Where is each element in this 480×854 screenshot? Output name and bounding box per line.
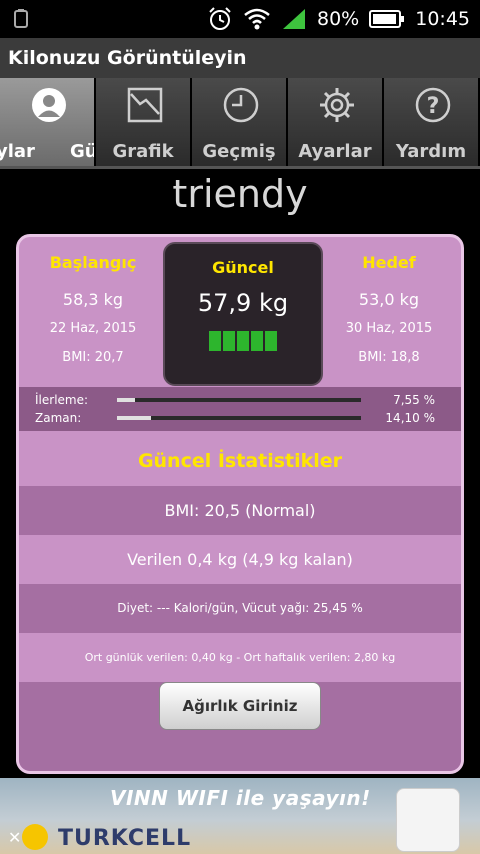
tab-status[interactable]: ylar Gü	[0, 78, 96, 168]
gear-icon	[320, 88, 354, 122]
turkcell-logo	[22, 824, 48, 850]
chart-icon	[127, 87, 163, 123]
level-bar	[265, 331, 277, 351]
close-icon[interactable]: ✕	[8, 828, 21, 847]
progress-section: İlerleme: 7,55 % Zaman: 14,10 %	[19, 387, 461, 431]
target-column: Hedef 53,0 kg 30 Haz, 2015 BMI: 18,8	[319, 253, 459, 365]
tab-yardim-label: Yardım	[395, 141, 467, 162]
current-weight: 57,9 kg	[197, 289, 289, 317]
app-title: Kilonuzu Görüntüleyin	[0, 38, 480, 78]
progress-row: İlerleme: 7,55 %	[35, 391, 435, 409]
stats-diet: Diyet: --- Kalori/gün, Vücut yağı: 25,45…	[19, 584, 461, 633]
target-bmi: BMI: 18,8	[358, 350, 420, 365]
level-bar	[251, 331, 263, 351]
tab-gecmis[interactable]: Geçmiş	[192, 78, 288, 168]
start-column: Başlangıç 58,3 kg 22 Haz, 2015 BMI: 20,7	[23, 253, 163, 365]
clock-icon	[223, 87, 259, 123]
status-bar: 80% 10:45	[0, 0, 480, 38]
alarm-icon	[209, 7, 231, 30]
current-header: Güncel	[212, 258, 274, 277]
start-date: 22 Haz, 2015	[49, 321, 137, 336]
start-header: Başlangıç	[49, 253, 137, 272]
signal-icon	[283, 9, 305, 29]
progress-label: İlerleme:	[35, 393, 89, 407]
user-icon	[32, 88, 66, 122]
stats-title: Güncel İstatistikler	[19, 437, 461, 486]
level-bar	[237, 331, 249, 351]
tab-gecmis-label: Geçmiş	[202, 141, 276, 162]
ad-slogan: VINN WIFI ile yaşayın!	[110, 786, 371, 810]
tab-status-label: ylar	[0, 141, 35, 162]
clock-time: 10:45	[415, 8, 470, 30]
tab-grafik[interactable]: Grafik	[96, 78, 192, 168]
summary-card: Başlangıç 58,3 kg 22 Haz, 2015 BMI: 20,7…	[16, 234, 464, 774]
time-row: Zaman: 14,10 %	[35, 409, 435, 427]
start-weight: 58,3 kg	[62, 290, 124, 309]
progress-fill	[117, 398, 136, 402]
time-fill	[117, 416, 152, 420]
target-date: 30 Haz, 2015	[345, 321, 433, 336]
current-level-bars	[165, 331, 321, 351]
battery-saver-icon	[14, 9, 28, 28]
level-bar	[223, 331, 235, 351]
time-track	[117, 416, 361, 420]
ad-brand: TURKCELL	[58, 826, 192, 851]
profile-name: triendy	[172, 172, 308, 216]
tab-ayarlar-label: Ayarlar	[298, 141, 372, 162]
tab-status-label-2: Gü	[70, 141, 96, 162]
svg-text:?: ?	[427, 94, 440, 119]
help-icon: ?	[415, 87, 451, 123]
target-header: Hedef	[362, 253, 416, 272]
level-bar	[209, 331, 221, 351]
battery-percent: 80%	[317, 8, 360, 30]
tab-ayarlar[interactable]: Ayarlar	[288, 78, 384, 168]
start-bmi: BMI: 20,7	[62, 350, 124, 365]
battery-icon	[369, 10, 405, 28]
time-value: 14,10 %	[385, 411, 435, 425]
tab-yardim[interactable]: ? Yardım	[384, 78, 480, 168]
enter-weight-button[interactable]: Ağırlık Giriniz	[159, 682, 321, 730]
target-weight: 53,0 kg	[358, 290, 420, 309]
progress-track	[117, 398, 361, 402]
wifi-icon	[244, 8, 270, 30]
stats-bmi: BMI: 20,5 (Normal)	[19, 486, 461, 535]
ad-banner[interactable]: VINN WIFI ile yaşayın! ✕ TURKCELL	[0, 778, 480, 854]
progress-value: 7,55 %	[393, 393, 435, 407]
stats-lost: Verilen 0,4 kg (4,9 kg kalan)	[19, 535, 461, 584]
current-panel: Güncel 57,9 kg	[163, 242, 323, 386]
tab-divider	[0, 166, 480, 169]
modem-image	[396, 788, 460, 852]
stats-average: Ort günlük verilen: 0,40 kg - Ort haftal…	[19, 633, 461, 682]
tab-grafik-label: Grafik	[112, 141, 174, 162]
time-label: Zaman:	[35, 411, 82, 425]
tab-bar: ylar Gü Grafik Geçmiş Ayarlar	[0, 78, 480, 168]
